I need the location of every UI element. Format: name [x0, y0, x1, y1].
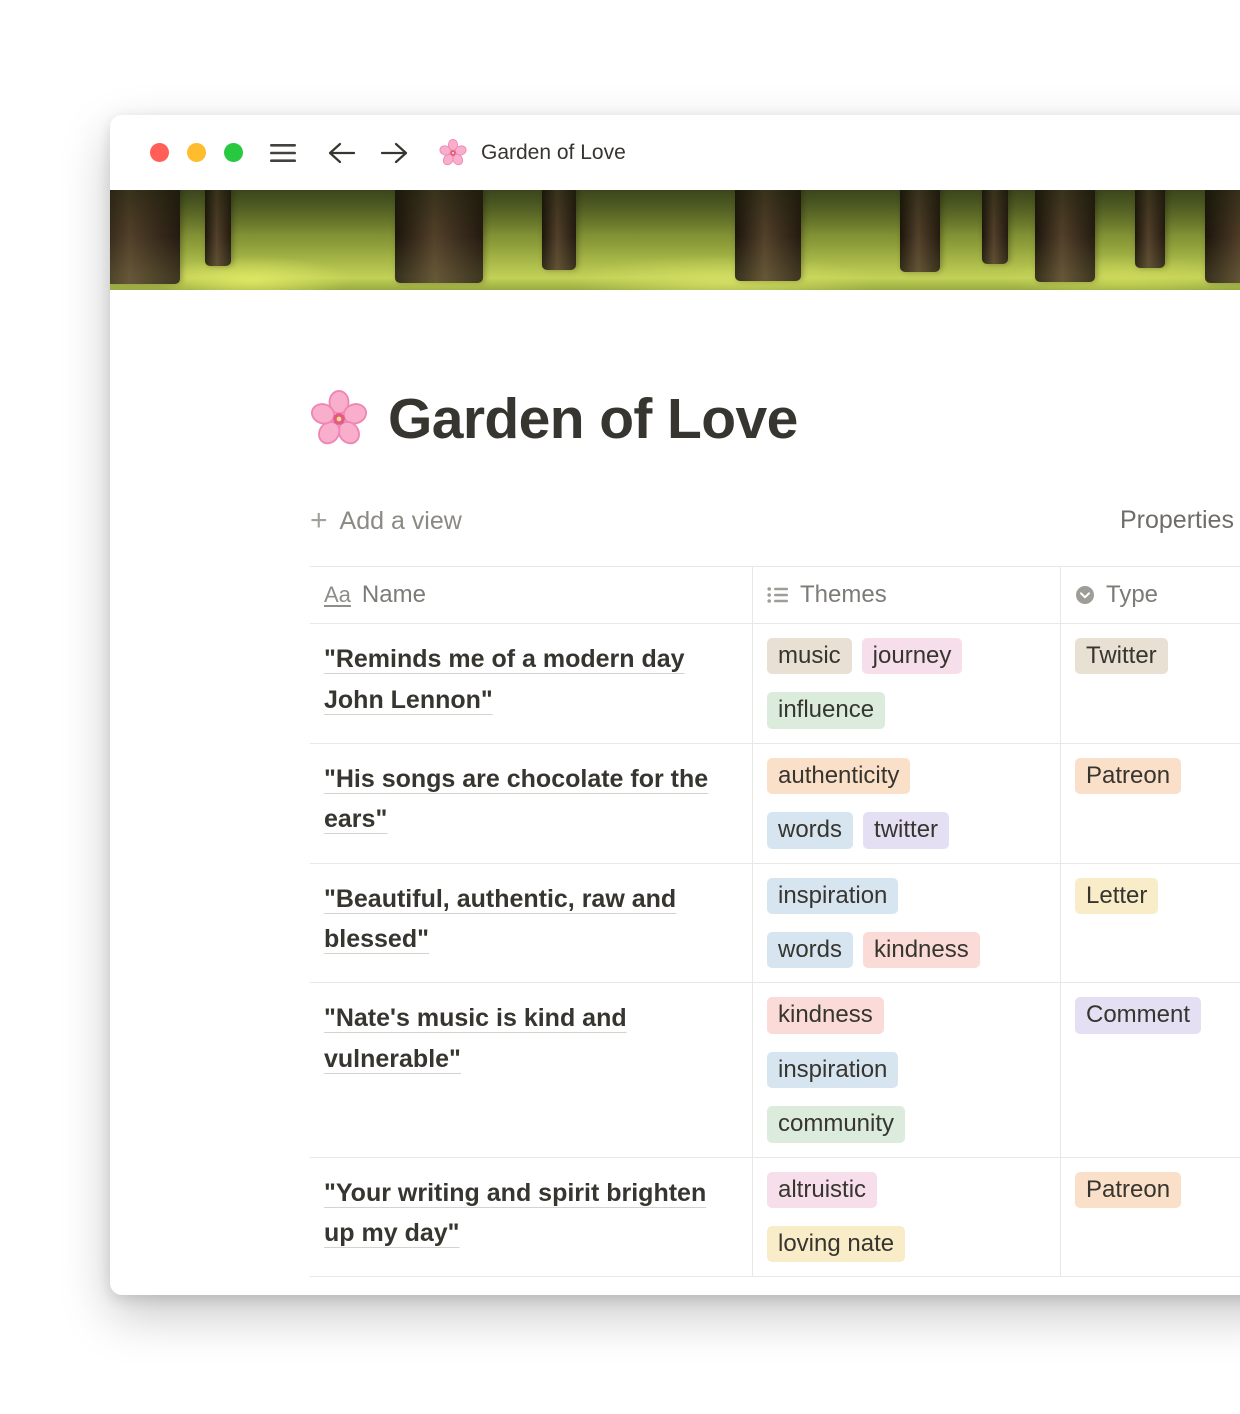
- view-toolbar: + Add a view Properties: [310, 500, 1240, 542]
- themes-cell[interactable]: altruistic loving nate: [752, 1158, 1060, 1277]
- name-cell[interactable]: "His songs are chocolate for the ears": [310, 744, 752, 863]
- minimize-button[interactable]: [187, 143, 206, 162]
- cherry-blossom-icon: [439, 139, 467, 167]
- theme-tag: words: [767, 812, 853, 848]
- tree-trunk: [205, 190, 231, 266]
- sidebar-toggle-button[interactable]: [269, 142, 297, 164]
- type-tag: Patreon: [1075, 758, 1181, 794]
- properties-button[interactable]: Properties: [1120, 506, 1234, 535]
- tree-trunk: [982, 190, 1008, 264]
- column-header-themes[interactable]: Themes: [752, 567, 1060, 623]
- theme-tag: kindness: [767, 997, 884, 1033]
- themes-cell[interactable]: authenticity words twitter: [752, 744, 1060, 863]
- multi-select-icon: [767, 585, 789, 605]
- type-cell[interactable]: Patreon: [1060, 1158, 1240, 1277]
- app-window: Garden of Love Garden of Love + Add a vi…: [110, 115, 1240, 1295]
- table-row: "Beautiful, authentic, raw and blessed" …: [310, 864, 1240, 984]
- cover-image: [110, 190, 1240, 290]
- count-value: 6: [723, 1292, 738, 1295]
- table-footer: COUNT 6: [310, 1277, 1240, 1295]
- theme-tag: twitter: [863, 812, 949, 848]
- theme-tag: kindness: [863, 932, 980, 968]
- back-button[interactable]: [327, 141, 357, 165]
- row-title: "Reminds me of a modern day John Lennon": [324, 645, 685, 714]
- plus-icon: +: [310, 509, 328, 533]
- theme-tag: words: [767, 932, 853, 968]
- column-header-name[interactable]: Aa Name: [310, 567, 752, 623]
- table-row: "Your writing and spirit brighten up my …: [310, 1158, 1240, 1278]
- add-view-label: Add a view: [340, 507, 462, 536]
- page-title[interactable]: Garden of Love: [388, 386, 798, 452]
- select-property-icon: [1075, 585, 1095, 605]
- theme-tag: loving nate: [767, 1226, 905, 1262]
- theme-tag: altruistic: [767, 1172, 877, 1208]
- type-cell[interactable]: Letter: [1060, 864, 1240, 983]
- zoom-button[interactable]: [224, 143, 243, 162]
- page-icon[interactable]: [310, 390, 368, 448]
- type-tag: Comment: [1075, 997, 1201, 1033]
- database-table: Aa Name Themes Type: [310, 566, 1240, 1295]
- column-header-label: Name: [362, 581, 426, 609]
- row-title: "His songs are chocolate for the ears": [324, 765, 708, 834]
- theme-tag: music: [767, 638, 852, 674]
- hamburger-icon: [269, 142, 297, 164]
- window-title: Garden of Love: [481, 141, 626, 165]
- tree-trunk: [735, 190, 801, 281]
- table-row: "His songs are chocolate for the ears" a…: [310, 744, 1240, 864]
- title-property-icon: Aa: [324, 582, 351, 608]
- footer-spacer: [1060, 1277, 1240, 1295]
- theme-tag: inspiration: [767, 1052, 898, 1088]
- table-row: "Reminds me of a modern day John Lennon"…: [310, 624, 1240, 744]
- name-cell[interactable]: "Nate's music is kind and vulnerable": [310, 983, 752, 1156]
- type-cell[interactable]: Patreon: [1060, 744, 1240, 863]
- type-cell[interactable]: Twitter: [1060, 624, 1240, 743]
- tree-trunk: [542, 190, 576, 270]
- type-tag: Twitter: [1075, 638, 1168, 674]
- themes-cell[interactable]: kindness inspiration community: [752, 983, 1060, 1156]
- count-calculation[interactable]: COUNT 6: [310, 1277, 752, 1295]
- type-cell[interactable]: Comment: [1060, 983, 1240, 1156]
- name-cell[interactable]: "Reminds me of a modern day John Lennon": [310, 624, 752, 743]
- back-arrow-icon: [327, 141, 357, 165]
- theme-tag: influence: [767, 692, 885, 728]
- page-title-row: Garden of Love: [310, 290, 1240, 452]
- column-header-type[interactable]: Type: [1060, 567, 1240, 623]
- theme-tag: journey: [862, 638, 963, 674]
- column-header-label: Themes: [800, 581, 887, 609]
- tree-trunk: [1135, 190, 1165, 268]
- themes-cell[interactable]: music journey influence: [752, 624, 1060, 743]
- tree-trunk: [110, 190, 180, 284]
- table-header-row: Aa Name Themes Type: [310, 566, 1240, 624]
- add-view-button[interactable]: + Add a view: [310, 507, 462, 536]
- traffic-lights: [150, 143, 243, 162]
- forward-arrow-icon: [379, 141, 409, 165]
- theme-tag: inspiration: [767, 878, 898, 914]
- window-titlebar: Garden of Love: [110, 115, 1240, 190]
- type-tag: Letter: [1075, 878, 1158, 914]
- row-title: "Your writing and spirit brighten up my …: [324, 1179, 706, 1248]
- themes-cell[interactable]: inspiration words kindness: [752, 864, 1060, 983]
- type-tag: Patreon: [1075, 1172, 1181, 1208]
- name-cell[interactable]: "Beautiful, authentic, raw and blessed": [310, 864, 752, 983]
- tree-trunk: [1205, 190, 1240, 283]
- row-title: "Beautiful, authentic, raw and blessed": [324, 885, 676, 954]
- tree-trunk: [900, 190, 940, 272]
- tree-trunk: [395, 190, 483, 283]
- theme-tag: authenticity: [767, 758, 910, 794]
- theme-tag: community: [767, 1106, 905, 1142]
- row-title: "Nate's music is kind and vulnerable": [324, 1004, 627, 1073]
- close-button[interactable]: [150, 143, 169, 162]
- table-row: "Nate's music is kind and vulnerable" ki…: [310, 983, 1240, 1157]
- tree-trunk: [1035, 190, 1095, 282]
- page-content: Garden of Love + Add a view Properties A…: [110, 290, 1240, 1295]
- forward-button[interactable]: [379, 141, 409, 165]
- footer-spacer: [752, 1277, 1060, 1295]
- column-header-label: Type: [1106, 581, 1158, 609]
- name-cell[interactable]: "Your writing and spirit brighten up my …: [310, 1158, 752, 1277]
